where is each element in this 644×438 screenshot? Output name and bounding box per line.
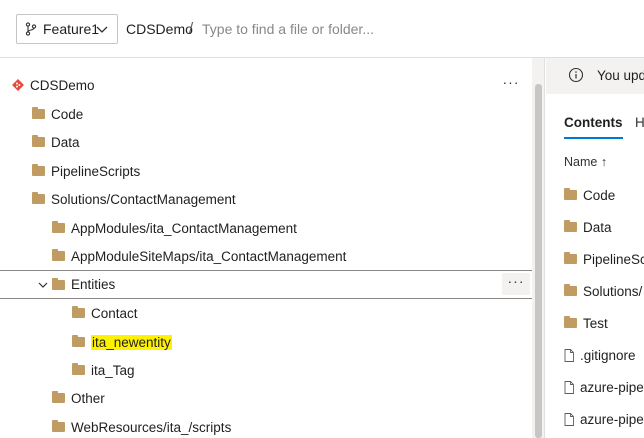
- list-item-label: Solutions/: [583, 283, 643, 299]
- tab-contents[interactable]: Contents: [564, 115, 623, 139]
- tree-item-contact[interactable]: Contact: [0, 299, 532, 327]
- tab-history[interactable]: H: [635, 115, 644, 130]
- chevron-down-icon[interactable]: [38, 280, 48, 290]
- tree-item-label: AppModuleSiteMaps/ita_ContactManagement: [71, 248, 347, 264]
- top-bar: Feature1 CDSDemo /: [0, 0, 644, 58]
- tree-item-other[interactable]: Other: [0, 384, 532, 412]
- list-item-azure-pipelines-1[interactable]: azure-pipe: [564, 375, 644, 399]
- folder-icon: [72, 335, 85, 347]
- list-item-label: azure-pipe: [580, 411, 644, 427]
- root-more-actions-button[interactable]: ···: [498, 75, 524, 95]
- folder-icon: [32, 135, 45, 147]
- tree-item-label: Code: [51, 106, 84, 122]
- folder-icon: [52, 221, 65, 233]
- folder-icon: [52, 277, 65, 290]
- list-item-label: PipelineSc: [583, 251, 644, 267]
- tree-root-label: CDSDemo: [30, 77, 95, 93]
- tree-item-ita-newentity[interactable]: ita_newentity: [0, 328, 532, 356]
- tree-item-label: AppModules/ita_ContactManagement: [71, 220, 297, 236]
- folder-icon: [32, 164, 45, 176]
- file-icon: [564, 348, 574, 362]
- list-item-data[interactable]: Data: [564, 215, 612, 239]
- tree-item-entities[interactable]: Entities ···: [0, 270, 532, 299]
- folder-icon: [72, 306, 85, 318]
- list-item-label: Test: [583, 315, 608, 331]
- tree-item-label: PipelineScripts: [51, 163, 141, 179]
- tree-item-label-highlighted: ita_newentity: [91, 334, 172, 350]
- folder-icon: [32, 192, 45, 204]
- tree-root-cdsdemo[interactable]: CDSDemo ···: [0, 71, 532, 99]
- list-item-label: Data: [583, 219, 612, 235]
- list-item-label: Code: [583, 187, 616, 203]
- tree-item-label: Entities: [71, 277, 116, 292]
- list-item-label: azure-pipe: [580, 379, 644, 395]
- folder-icon: [564, 252, 577, 264]
- banner-text: You upd: [597, 68, 644, 83]
- folder-icon: [564, 220, 577, 232]
- branch-icon: [25, 22, 37, 36]
- folder-icon: [564, 316, 577, 328]
- tree-item-label: Data: [51, 134, 80, 150]
- tree-item-webresources[interactable]: WebResources/ita_/scripts: [0, 413, 532, 438]
- list-item-gitignore[interactable]: .gitignore: [564, 343, 636, 367]
- path-separator: /: [189, 20, 194, 37]
- file-tree-pane: CDSDemo ··· Code Data PipelineScripts So…: [0, 58, 545, 438]
- folder-icon: [52, 420, 65, 432]
- tree-item-label: WebResources/ita_/scripts: [71, 419, 232, 435]
- list-item-label: .gitignore: [580, 347, 636, 363]
- contents-pane: You upd Contents H Name ↑ Code Data Pipe…: [546, 58, 644, 438]
- tree-item-solutions-contactmanagement[interactable]: Solutions/ContactManagement: [0, 185, 532, 213]
- info-icon: [568, 67, 584, 83]
- info-banner: You upd: [546, 58, 644, 94]
- file-icon: [564, 380, 574, 394]
- branch-selector[interactable]: Feature1: [16, 14, 118, 44]
- tree-item-appmodulesitemaps[interactable]: AppModuleSiteMaps/ita_ContactManagement: [0, 242, 532, 270]
- folder-icon: [32, 107, 45, 119]
- tree-item-code[interactable]: Code: [0, 100, 532, 128]
- folder-icon: [52, 249, 65, 261]
- folder-icon: [52, 391, 65, 403]
- tree-scrollbar-thumb[interactable]: [535, 84, 542, 438]
- list-item-solutions[interactable]: Solutions/: [564, 279, 642, 303]
- entities-more-actions-button[interactable]: ···: [502, 273, 530, 295]
- list-item-code[interactable]: Code: [564, 183, 615, 207]
- tree-item-label: Solutions/ContactManagement: [51, 191, 236, 207]
- tree-item-data[interactable]: Data: [0, 128, 532, 156]
- tree-item-label: Other: [71, 390, 105, 406]
- list-item-test[interactable]: Test: [564, 311, 608, 335]
- file-search-input[interactable]: [202, 17, 532, 41]
- tree-item-ita-tag[interactable]: ita_Tag: [0, 356, 532, 384]
- folder-icon: [564, 284, 577, 296]
- repo-name-breadcrumb[interactable]: CDSDemo: [126, 21, 193, 37]
- tree-item-label: ita_Tag: [91, 362, 135, 378]
- list-item-azure-pipelines-2[interactable]: azure-pipe: [564, 407, 644, 431]
- file-icon: [564, 412, 574, 426]
- git-repo-icon: [12, 79, 24, 91]
- name-column-header[interactable]: Name ↑: [564, 155, 607, 169]
- tree-item-pipelinescripts[interactable]: PipelineScripts: [0, 157, 532, 185]
- folder-icon: [72, 363, 85, 375]
- branch-name: Feature1: [43, 21, 100, 37]
- list-item-pipelinescripts[interactable]: PipelineSc: [564, 247, 644, 271]
- tree-item-appmodules[interactable]: AppModules/ita_ContactManagement: [0, 214, 532, 242]
- chevron-down-icon: [96, 26, 108, 33]
- folder-icon: [564, 188, 577, 200]
- tree-item-label: Contact: [91, 305, 138, 321]
